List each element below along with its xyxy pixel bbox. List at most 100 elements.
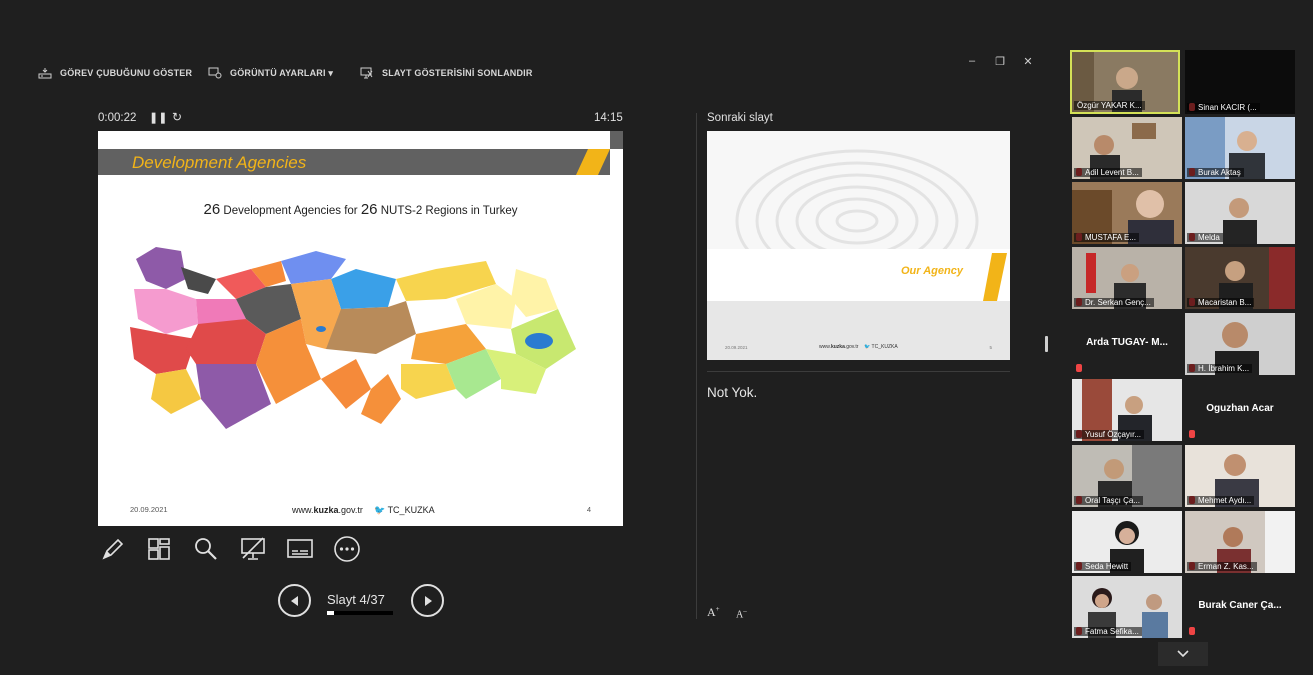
mic-off-icon [1189,627,1195,635]
slide-twitter: 🐦 TC_KUZKA [374,505,435,515]
speaker-notes: Not Yok. [707,385,758,400]
chevron-down-icon [1177,650,1189,658]
slide-subtitle: 26 Development Agencies for 26 NUTS-2 Re… [203,201,518,218]
slide-date: 20.09.2021 [130,505,168,514]
region-TR62 [321,359,371,409]
twitter-icon: 🐦 [864,344,871,350]
participant-name: Özgür YAKAR K... [1074,101,1145,110]
participant-tile[interactable]: Yusuf Özçayır... [1072,379,1182,441]
participant-name: Macaristan B... [1187,298,1255,307]
minimize-button[interactable]: – [965,55,979,67]
panel-divider [696,113,697,619]
reset-timer-icon[interactable]: ↻ [172,110,182,124]
participant-name: Melda [1187,233,1223,242]
participant-tile[interactable]: Seda Hewitt [1072,511,1182,573]
restore-button[interactable]: ❐ [993,55,1007,68]
participant-tile[interactable]: Sinan KACIR (... [1185,50,1295,114]
participant-tile[interactable]: Adil Levent B... [1072,117,1182,179]
current-slide[interactable]: Development Agencies 26 Development Agen… [98,131,623,526]
participant-name: Arda TUGAY- M... [1086,337,1168,348]
participant-name: Yusuf Özçayır... [1074,430,1145,439]
slide-website: www.kuzka.gov.tr [292,505,363,515]
slide-progress-bar [327,611,393,615]
next-slide-twitter: 🐦 TC_KUZKA [864,344,898,350]
participant-name: Sinan KACIR (... [1187,103,1260,112]
region-TR22 [134,289,198,334]
participant-tile[interactable]: Burak Caner Ça... [1185,576,1295,638]
participant-tile[interactable]: Melda [1185,182,1295,244]
participant-name: Mehmet Aydı... [1187,496,1255,505]
display-settings-label: GÖRÜNTÜ AYARLARI ▾ [230,67,334,78]
participant-tile[interactable]: Özgür YAKAR K... [1070,50,1180,114]
participant-name: Dr. Serkan Genç... [1074,298,1154,307]
participant-tile[interactable]: H. İbrahim K... [1185,313,1295,375]
participant-tile[interactable]: Fatma Sefika... [1072,576,1182,638]
next-slide-page-number: 5 [989,345,992,350]
participant-name: Oguzhan Acar [1206,403,1274,414]
pen-icon[interactable] [98,534,128,564]
participant-gallery: Özgür YAKAR K... Sinan KACIR (... Adil L… [1066,46,1302,642]
next-slide-date: 20.09.2021 [725,345,748,350]
next-slide-preview[interactable]: Our Agency 20.09.2021 www.kuzka.gov.tr 🐦… [707,131,1010,360]
region-TR33 [186,319,266,364]
show-taskbar-button[interactable]: GÖREV ÇUBUĞUNU GÖSTER [38,67,192,79]
previous-slide-button[interactable] [278,584,311,617]
participant-name: Adil Levent B... [1074,168,1142,177]
pause-icon[interactable]: ❚❚ [149,111,167,124]
slide-progress-fill [327,611,335,615]
gallery-scroll-down-button[interactable] [1158,642,1208,666]
more-options-icon[interactable] [332,534,362,564]
next-slide-button[interactable] [411,584,444,617]
subtitles-icon[interactable] [285,534,315,564]
black-screen-icon[interactable] [238,534,268,564]
zoom-icon[interactable] [191,534,221,564]
close-button[interactable]: ✕ [1021,55,1035,68]
slide-title: Development Agencies [132,153,307,172]
notes-divider [707,371,1010,372]
region-TR31 [130,327,196,374]
participant-tile[interactable]: Macaristan B... [1185,247,1295,309]
see-all-slides-icon[interactable] [144,534,174,564]
clock: 14:15 [594,112,623,124]
participant-tile[interactable]: Oguzhan Acar [1185,379,1295,441]
previous-arrow-icon [290,595,298,606]
display-settings-button[interactable]: GÖRÜNTÜ AYARLARI ▾ [208,67,333,79]
next-slide-title: Our Agency [901,265,963,277]
end-slideshow-button[interactable]: SLAYT GÖSTERİSİNİ SONLANDIR [360,67,533,79]
participant-tile[interactable]: MUSTAFA E... [1072,182,1182,244]
increase-font-icon[interactable]: A+ [707,605,720,620]
participant-tile[interactable]: Dr. Serkan Genç... [1072,247,1182,309]
participant-name: Oral Taşçı Ça... [1074,496,1143,505]
participant-name: Burak Caner Ça... [1198,600,1282,611]
end-slideshow-icon [360,67,374,79]
taskbar-icon [38,67,52,79]
participant-tile[interactable]: Oral Taşçı Ça... [1072,445,1182,507]
region-TR83 [331,269,396,309]
participant-name: H. İbrahim K... [1187,364,1253,373]
participant-name: Erman Z. Kas... [1187,562,1257,571]
show-taskbar-label: GÖREV ÇUBUĞUNU GÖSTER [60,68,193,78]
participant-tile[interactable]: Mehmet Aydı... [1185,445,1295,507]
region-TRA2 [511,269,558,317]
region-TR32 [151,369,201,414]
fingerprint-graphic [707,149,1010,360]
next-arrow-icon [424,595,432,606]
elapsed-time: 0:00:22 [98,112,137,124]
participant-name: Fatma Sefika... [1074,627,1142,636]
mic-off-icon [1189,430,1195,438]
next-slide-label: Sonraki slayt [707,112,773,124]
region-TR61 [196,364,271,429]
resize-handle[interactable] [1045,336,1048,352]
participant-tile[interactable]: Arda TUGAY- M... [1072,313,1182,375]
participant-tile[interactable]: Burak Aktaş [1185,117,1295,179]
display-settings-icon [208,67,222,79]
participant-name: MUSTAFA E... [1074,233,1139,242]
next-slide-website: www.kuzka.gov.tr [819,344,859,350]
slide-page-number: 4 [586,505,591,514]
slide-counter: Slayt 4/37 [327,592,385,607]
end-slideshow-label: SLAYT GÖSTERİSİNİ SONLANDIR [382,68,533,78]
region-TRC1 [401,364,456,399]
turkey-regions-map [130,247,576,429]
decrease-font-icon[interactable]: A– [736,607,747,620]
participant-tile[interactable]: Erman Z. Kas... [1185,511,1295,573]
